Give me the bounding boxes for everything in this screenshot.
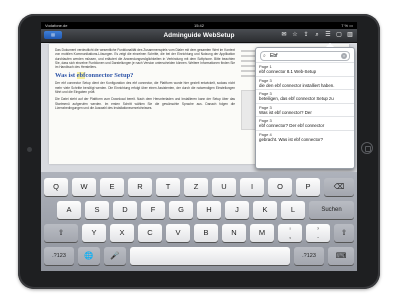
shift-key-left[interactable]: ⇧ <box>44 224 78 242</box>
key-o[interactable]: O <box>268 178 292 196</box>
navigation-bar: ▤ Adminguide WebSetup ✉ ☆ ⇪ ⌕ ☰ ▢ ▥ <box>41 29 357 43</box>
key-q[interactable]: Q <box>44 178 68 196</box>
globe-icon[interactable]: 🌐 <box>78 247 100 265</box>
document-paragraph: Die Datei steht auf der Plattform zum Do… <box>55 97 235 110</box>
key-k[interactable]: K <box>253 201 277 219</box>
battery-indicator: 7 % ▭ <box>341 23 353 28</box>
search-results: Page 1 ebf connector 8.1 Web-Setup Page 3… <box>256 62 354 143</box>
key-f[interactable]: F <box>141 201 165 219</box>
search-key[interactable]: Suchen <box>309 201 354 219</box>
search-popover: ⌕ × Page 1ebf connector 8.1 Web-Setup Pa… <box>255 43 355 169</box>
document-main-column: Das Dokument verdeutlicht die wesentlich… <box>55 48 235 113</box>
key-a[interactable]: A <box>57 201 81 219</box>
section-heading: Was ist ebfconnector Setup? <box>55 72 134 80</box>
document-paragraph: Der ebf connector Setup dient der Konfig… <box>55 81 235 95</box>
clear-icon[interactable]: × <box>341 53 347 59</box>
key-e[interactable]: E <box>100 178 124 196</box>
mail-icon[interactable]: ✉ <box>280 31 288 39</box>
key-w[interactable]: W <box>72 178 96 196</box>
search-result[interactable]: Page 4 gebracht. Was ist ebf connector? <box>256 129 354 144</box>
key-j[interactable]: J <box>225 201 249 219</box>
search-result[interactable]: Page 3 die den ebf connector installiert … <box>256 75 354 90</box>
key-d[interactable]: D <box>113 201 137 219</box>
key-v[interactable]: V <box>166 224 190 242</box>
shift-key-right[interactable]: ⇧ <box>334 224 354 242</box>
status-bar: Vodafone.de 15:42 7 % ▭ <box>41 22 357 29</box>
numbers-key-left[interactable]: .?123 <box>44 247 74 265</box>
key-b[interactable]: B <box>194 224 218 242</box>
key-x[interactable]: X <box>110 224 134 242</box>
numbers-key-right[interactable]: .?123 <box>294 247 324 265</box>
key-n[interactable]: N <box>222 224 246 242</box>
key-t[interactable]: T <box>156 178 180 196</box>
screen: Vodafone.de 15:42 7 % ▭ ▤ Adminguide Web… <box>41 22 357 271</box>
key-exclaim-comma[interactable]: !, <box>278 224 302 242</box>
list-icon[interactable]: ☰ <box>324 31 332 39</box>
space-bar[interactable] <box>130 247 290 265</box>
key-l[interactable]: L <box>281 201 305 219</box>
share-icon[interactable]: ⇪ <box>302 31 310 39</box>
keyboard-row-4: .?123 🌐 🎤 .?123 ⌨ <box>41 247 357 267</box>
search-icon: ⌕ <box>263 53 266 59</box>
search-input[interactable] <box>270 52 338 60</box>
search-icon[interactable]: ⌕ <box>313 31 321 39</box>
keyboard-row-3: ⇧ Y X C V B N M !, ?. ⇧ <box>41 224 357 244</box>
camera-icon <box>27 147 32 152</box>
key-h[interactable]: H <box>197 201 221 219</box>
microphone-icon[interactable]: 🎤 <box>104 247 126 265</box>
search-result[interactable]: Page 3 Was ist ebf connector? Der <box>256 102 354 117</box>
document-paragraph: Das Dokument verdeutlicht die wesentlich… <box>55 48 235 70</box>
bookmark-star-icon[interactable]: ☆ <box>291 31 299 39</box>
onscreen-keyboard: Q W E R T Z U I O P ⌫ A S D F G H J K L … <box>41 172 357 271</box>
key-i[interactable]: I <box>240 178 264 196</box>
key-question-period[interactable]: ?. <box>306 224 330 242</box>
search-result[interactable]: Page 1 ebf connector 8.1 Web-Setup <box>256 62 354 76</box>
key-u[interactable]: U <box>212 178 236 196</box>
key-g[interactable]: G <box>169 201 193 219</box>
key-m[interactable]: M <box>250 224 274 242</box>
fullscreen-icon[interactable]: ▢ <box>335 31 343 39</box>
key-r[interactable]: R <box>128 178 152 196</box>
key-s[interactable]: S <box>85 201 109 219</box>
key-c[interactable]: C <box>138 224 162 242</box>
key-p[interactable]: P <box>296 178 320 196</box>
toolbar-icons: ✉ ☆ ⇪ ⌕ ☰ ▢ ▥ <box>280 31 354 40</box>
home-button[interactable] <box>361 142 373 154</box>
pages-icon[interactable]: ▥ <box>346 31 354 39</box>
clock: 15:42 <box>193 23 204 28</box>
search-result[interactable]: Page 3 ebf connector? Der ebf connector <box>256 116 354 130</box>
search-field[interactable]: ⌕ × <box>260 51 350 61</box>
backspace-key[interactable]: ⌫ <box>324 178 354 196</box>
hide-keyboard-icon[interactable]: ⌨ <box>328 247 354 265</box>
keyboard-row-2: A S D F G H J K L Suchen <box>41 201 357 221</box>
search-result[interactable]: Page 3 beteiligen, das ebf connector Setu… <box>256 89 354 103</box>
keyboard-row-1: Q W E R T Z U I O P ⌫ <box>41 178 357 198</box>
key-z[interactable]: Z <box>184 178 208 196</box>
key-y[interactable]: Y <box>82 224 106 242</box>
